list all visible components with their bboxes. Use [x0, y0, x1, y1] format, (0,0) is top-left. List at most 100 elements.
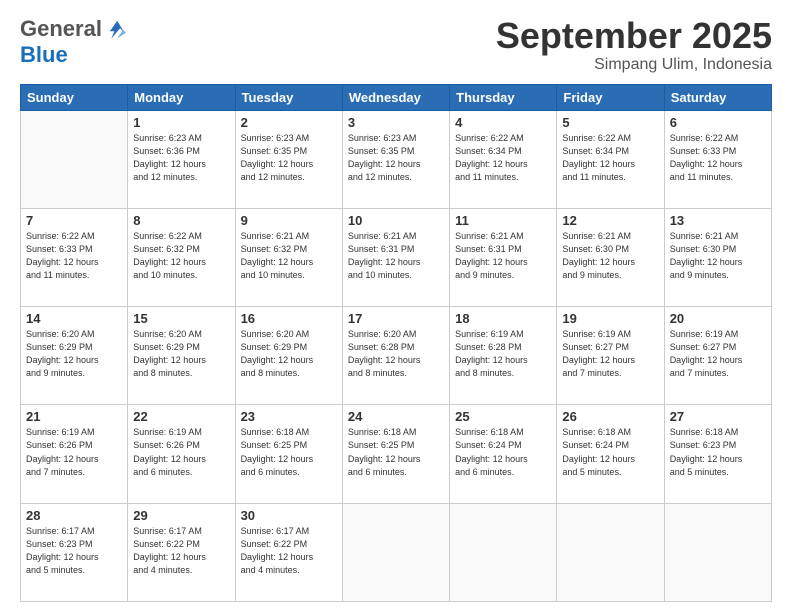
week-row-4: 28 Sunrise: 6:17 AM Sunset: 6:23 PM Dayli… — [21, 503, 772, 601]
day-info: Sunrise: 6:18 AM Sunset: 6:24 PM Dayligh… — [562, 426, 658, 478]
header-thursday: Thursday — [450, 84, 557, 110]
day-info: Sunrise: 6:21 AM Sunset: 6:31 PM Dayligh… — [455, 230, 551, 282]
calendar-cell: 27Sunrise: 6:18 AM Sunset: 6:23 PM Dayli… — [664, 405, 771, 503]
day-number: 25 — [455, 409, 551, 424]
calendar-cell: 12Sunrise: 6:21 AM Sunset: 6:30 PM Dayli… — [557, 208, 664, 306]
month-title: September 2025 — [496, 16, 772, 56]
day-info: Sunrise: 6:19 AM Sunset: 6:28 PM Dayligh… — [455, 328, 551, 380]
logo-blue: Blue — [20, 42, 68, 67]
header-tuesday: Tuesday — [235, 84, 342, 110]
calendar-cell: 25 Sunrise: 6:18 AM Sunset: 6:24 PM Dayli… — [450, 405, 557, 503]
calendar-cell: 28 Sunrise: 6:17 AM Sunset: 6:23 PM Dayli… — [21, 503, 128, 601]
calendar-cell: 7 Sunrise: 6:22 AM Sunset: 6:33 PM Daylig… — [21, 208, 128, 306]
day-info: Sunrise: 6:21 AM Sunset: 6:32 PM Dayligh… — [241, 230, 337, 282]
calendar-cell: 10Sunrise: 6:21 AM Sunset: 6:31 PM Dayli… — [342, 208, 449, 306]
day-info: Sunrise: 6:20 AM Sunset: 6:28 PM Dayligh… — [348, 328, 444, 380]
day-number: 6 — [670, 115, 766, 130]
day-info: Sunrise: 6:20 AM Sunset: 6:29 PM Dayligh… — [26, 328, 122, 380]
calendar-cell: 15 Sunrise: 6:20 AM Sunset: 6:29 PM Dayli… — [128, 307, 235, 405]
calendar-cell: 20 Sunrise: 6:19 AM Sunset: 6:27 PM Dayli… — [664, 307, 771, 405]
day-info: Sunrise: 6:19 AM Sunset: 6:27 PM Dayligh… — [670, 328, 766, 380]
day-info: Sunrise: 6:18 AM Sunset: 6:25 PM Dayligh… — [348, 426, 444, 478]
day-info: Sunrise: 6:19 AM Sunset: 6:26 PM Dayligh… — [133, 426, 229, 478]
header-monday: Monday — [128, 84, 235, 110]
day-number: 13 — [670, 213, 766, 228]
calendar-cell: 9 Sunrise: 6:21 AM Sunset: 6:32 PM Daylig… — [235, 208, 342, 306]
day-number: 15 — [133, 311, 229, 326]
day-number: 24 — [348, 409, 444, 424]
week-row-1: 7 Sunrise: 6:22 AM Sunset: 6:33 PM Daylig… — [21, 208, 772, 306]
header-saturday: Saturday — [664, 84, 771, 110]
calendar-cell: 29 Sunrise: 6:17 AM Sunset: 6:22 PM Dayli… — [128, 503, 235, 601]
day-info: Sunrise: 6:19 AM Sunset: 6:27 PM Dayligh… — [562, 328, 658, 380]
calendar-cell: 13 Sunrise: 6:21 AM Sunset: 6:30 PM Dayli… — [664, 208, 771, 306]
day-info: Sunrise: 6:20 AM Sunset: 6:29 PM Dayligh… — [241, 328, 337, 380]
day-info: Sunrise: 6:17 AM Sunset: 6:22 PM Dayligh… — [133, 525, 229, 577]
header: General Blue September 2025 Simpang Ulim… — [20, 16, 772, 74]
calendar-cell — [21, 110, 128, 208]
calendar-cell: 22 Sunrise: 6:19 AM Sunset: 6:26 PM Dayli… — [128, 405, 235, 503]
location: Simpang Ulim, Indonesia — [496, 56, 772, 74]
calendar-cell — [342, 503, 449, 601]
logo-general: General — [20, 16, 102, 42]
day-info: Sunrise: 6:22 AM Sunset: 6:33 PM Dayligh… — [26, 230, 122, 282]
calendar-cell: 14 Sunrise: 6:20 AM Sunset: 6:29 PM Dayli… — [21, 307, 128, 405]
day-number: 7 — [26, 213, 122, 228]
day-info: Sunrise: 6:21 AM Sunset: 6:30 PM Dayligh… — [670, 230, 766, 282]
day-number: 28 — [26, 508, 122, 523]
week-row-2: 14 Sunrise: 6:20 AM Sunset: 6:29 PM Dayli… — [21, 307, 772, 405]
calendar-cell: 5Sunrise: 6:22 AM Sunset: 6:34 PM Daylig… — [557, 110, 664, 208]
calendar-cell: 23 Sunrise: 6:18 AM Sunset: 6:25 PM Dayli… — [235, 405, 342, 503]
header-sunday: Sunday — [21, 84, 128, 110]
calendar-cell: 26Sunrise: 6:18 AM Sunset: 6:24 PM Dayli… — [557, 405, 664, 503]
calendar-cell: 18Sunrise: 6:19 AM Sunset: 6:28 PM Dayli… — [450, 307, 557, 405]
calendar-cell: 17 Sunrise: 6:20 AM Sunset: 6:28 PM Dayli… — [342, 307, 449, 405]
day-number: 10 — [348, 213, 444, 228]
day-number: 20 — [670, 311, 766, 326]
calendar-cell: 6Sunrise: 6:22 AM Sunset: 6:33 PM Daylig… — [664, 110, 771, 208]
day-number: 9 — [241, 213, 337, 228]
day-info: Sunrise: 6:19 AM Sunset: 6:26 PM Dayligh… — [26, 426, 122, 478]
weekday-header-row: Sunday Monday Tuesday Wednesday Thursday… — [21, 84, 772, 110]
calendar-cell — [557, 503, 664, 601]
calendar: Sunday Monday Tuesday Wednesday Thursday… — [20, 84, 772, 602]
day-number: 17 — [348, 311, 444, 326]
week-row-3: 21Sunrise: 6:19 AM Sunset: 6:26 PM Dayli… — [21, 405, 772, 503]
day-info: Sunrise: 6:23 AM Sunset: 6:35 PM Dayligh… — [241, 132, 337, 184]
calendar-cell: 2Sunrise: 6:23 AM Sunset: 6:35 PM Daylig… — [235, 110, 342, 208]
calendar-cell — [450, 503, 557, 601]
calendar-cell: 19Sunrise: 6:19 AM Sunset: 6:27 PM Dayli… — [557, 307, 664, 405]
day-info: Sunrise: 6:17 AM Sunset: 6:23 PM Dayligh… — [26, 525, 122, 577]
page: General Blue September 2025 Simpang Ulim… — [0, 0, 792, 612]
calendar-body: 1 Sunrise: 6:23 AM Sunset: 6:36 PM Daylig… — [21, 110, 772, 601]
calendar-cell: 21Sunrise: 6:19 AM Sunset: 6:26 PM Dayli… — [21, 405, 128, 503]
logo: General Blue — [20, 16, 126, 68]
calendar-cell: 24 Sunrise: 6:18 AM Sunset: 6:25 PM Dayli… — [342, 405, 449, 503]
day-number: 22 — [133, 409, 229, 424]
day-info: Sunrise: 6:20 AM Sunset: 6:29 PM Dayligh… — [133, 328, 229, 380]
header-wednesday: Wednesday — [342, 84, 449, 110]
day-number: 16 — [241, 311, 337, 326]
day-number: 14 — [26, 311, 122, 326]
day-number: 11 — [455, 213, 551, 228]
calendar-cell: 1 Sunrise: 6:23 AM Sunset: 6:36 PM Daylig… — [128, 110, 235, 208]
calendar-cell: 8Sunrise: 6:22 AM Sunset: 6:32 PM Daylig… — [128, 208, 235, 306]
day-number: 3 — [348, 115, 444, 130]
day-number: 23 — [241, 409, 337, 424]
header-right: September 2025 Simpang Ulim, Indonesia — [496, 16, 772, 74]
day-info: Sunrise: 6:18 AM Sunset: 6:25 PM Dayligh… — [241, 426, 337, 478]
day-number: 29 — [133, 508, 229, 523]
day-info: Sunrise: 6:23 AM Sunset: 6:35 PM Dayligh… — [348, 132, 444, 184]
day-info: Sunrise: 6:23 AM Sunset: 6:36 PM Dayligh… — [133, 132, 229, 184]
day-number: 1 — [133, 115, 229, 130]
calendar-cell: 16 Sunrise: 6:20 AM Sunset: 6:29 PM Dayli… — [235, 307, 342, 405]
day-number: 8 — [133, 213, 229, 228]
week-row-0: 1 Sunrise: 6:23 AM Sunset: 6:36 PM Daylig… — [21, 110, 772, 208]
day-info: Sunrise: 6:22 AM Sunset: 6:34 PM Dayligh… — [455, 132, 551, 184]
day-info: Sunrise: 6:18 AM Sunset: 6:24 PM Dayligh… — [455, 426, 551, 478]
logo-icon — [104, 18, 126, 40]
calendar-cell: 4Sunrise: 6:22 AM Sunset: 6:34 PM Daylig… — [450, 110, 557, 208]
calendar-cell: 3 Sunrise: 6:23 AM Sunset: 6:35 PM Daylig… — [342, 110, 449, 208]
day-number: 5 — [562, 115, 658, 130]
day-info: Sunrise: 6:17 AM Sunset: 6:22 PM Dayligh… — [241, 525, 337, 577]
